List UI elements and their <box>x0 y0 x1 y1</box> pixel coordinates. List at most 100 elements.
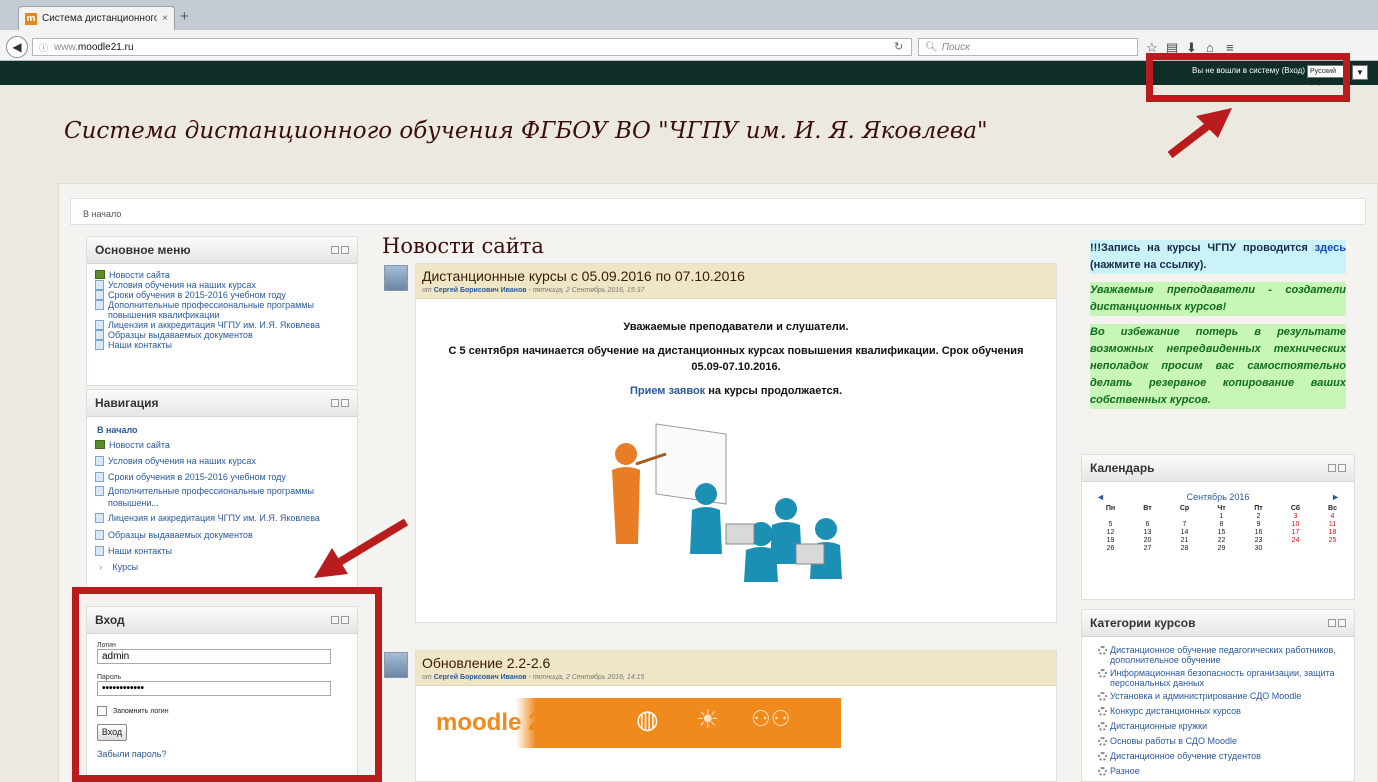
news-icon <box>95 440 105 449</box>
post-byline: от Сергей Борисович Иванов - пятница, 2 … <box>422 674 645 681</box>
calendar-week: 19 20 21 22 23 24 25 <box>1106 536 1337 544</box>
lightbulb-icon: ☀ <box>696 704 720 734</box>
categories-title: Категории курсов <box>1090 616 1196 630</box>
language-dropdown-icon[interactable]: ▼ <box>1352 65 1368 80</box>
calendar-prev-button[interactable]: ◄ <box>1096 492 1105 502</box>
nav-item-schedule[interactable]: Сроки обучения в 2015-2016 учебном году <box>95 469 357 485</box>
nav-item-programs[interactable]: Дополнительные профессиональные программ… <box>95 485 345 509</box>
nav-item-contacts[interactable]: Наши контакты <box>95 543 357 559</box>
laptop-icon <box>795 543 825 565</box>
site-title: Система дистанционного обучения ФГБОУ ВО… <box>64 118 988 144</box>
annotation-box-login-status <box>1146 53 1350 102</box>
block-controls[interactable] <box>1328 464 1346 472</box>
category-item[interactable]: Дистанционное обучение студентов <box>1098 751 1354 761</box>
author-avatar[interactable] <box>384 265 408 291</box>
news-post: Дистанционные курсы с 05.09.2016 по 07.1… <box>415 263 1057 623</box>
search-icon: 🔍︎ <box>925 41 938 53</box>
reload-icon[interactable]: ↻ <box>894 40 903 53</box>
gear-icon <box>1098 707 1107 716</box>
main-menu-block: Основное меню Новости сайта Условия обуч… <box>86 236 358 386</box>
post-title: Дистанционные курсы с 05.09.2016 по 07.1… <box>422 268 745 284</box>
menu-item-conditions[interactable]: Условия обучения на наших курсах <box>95 280 357 290</box>
document-icon <box>95 320 104 330</box>
menu-item-contacts[interactable]: Наши контакты <box>95 340 357 350</box>
gear-icon <box>1098 737 1107 746</box>
applications-link[interactable]: Прием заявок <box>630 385 705 397</box>
teacher-head <box>615 443 637 465</box>
category-item[interactable]: Информационная безопасность организации,… <box>1098 668 1354 688</box>
category-item[interactable]: Конкурс дистанционных курсов <box>1098 706 1354 716</box>
search-input[interactable]: 🔍︎ Поиск <box>918 38 1138 56</box>
gear-icon <box>1098 722 1107 731</box>
nav-item-news[interactable]: Новости сайта <box>95 437 357 453</box>
news-icon <box>95 270 105 279</box>
menu-item-schedule[interactable]: Сроки обучения в 2015-2016 учебном году <box>95 290 357 300</box>
search-placeholder: Поиск <box>941 41 970 53</box>
nav-item-conditions[interactable]: Условия обучения на наших курсах <box>95 453 357 469</box>
moodle-banner: moodle 2.6 ◍ ☀ ⚇⚇ <box>426 698 841 748</box>
post-author-link[interactable]: Сергей Борисович Иванов <box>434 287 527 294</box>
browser-tab[interactable]: m Система дистанционного... × <box>18 6 175 30</box>
gear-icon <box>1098 646 1107 655</box>
back-arrow-icon: ◀ <box>12 40 22 54</box>
new-tab-button[interactable]: + <box>180 8 189 25</box>
enroll-here-link[interactable]: здесь <box>1315 242 1346 254</box>
menu-item-samples[interactable]: Образцы выдаваемых документов <box>95 330 357 340</box>
news-post: Обновление 2.2-2.6 от Сергей Борисович И… <box>415 650 1057 782</box>
student-body <box>744 547 778 582</box>
menu-item-programs[interactable]: Дополнительные профессиональные программ… <box>95 300 357 320</box>
post-line-1: Уважаемые преподаватели и слушатели. <box>623 321 849 333</box>
post-line-2: С 5 сентября начинается обучение на дист… <box>448 345 1024 373</box>
category-item[interactable]: Установка и администрирование СДО Moodle <box>1098 691 1354 701</box>
calendar-weekdays: Пн Вт Ср Чт Пт Сб Вс <box>1105 504 1337 512</box>
notice-panel: !!!Запись на курсы ЧГПУ проводится здесь… <box>1090 240 1346 409</box>
menu-item-license[interactable]: Лицензия и аккредитация ЧГПУ им. И.Я. Як… <box>95 320 357 330</box>
back-button[interactable]: ◀ <box>6 36 28 58</box>
nav-home[interactable]: В начало <box>87 417 357 435</box>
teacher-body <box>612 467 640 544</box>
tab-close-icon[interactable]: × <box>162 13 168 24</box>
post-byline: от Сергей Борисович Иванов - пятница, 2 … <box>422 287 645 294</box>
post-author-link[interactable]: Сергей Борисович Иванов <box>434 674 527 681</box>
categories-list: Дистанционное обучение педагогических ра… <box>1082 637 1354 776</box>
info-icon: ⓘ <box>39 42 49 53</box>
course-categories-block: Категории курсов Дистанционное обучение … <box>1081 609 1355 782</box>
document-icon <box>95 486 104 496</box>
annotation-arrow-shaft <box>1167 118 1216 159</box>
calendar-week: 26 27 28 29 30 <box>1106 544 1263 552</box>
url-text: www.moodle21.ru <box>54 41 134 53</box>
category-item[interactable]: Основы работы в СДО Moodle <box>1098 736 1354 746</box>
calendar-week: 12 13 14 15 16 17 18 <box>1106 528 1337 536</box>
document-icon <box>95 340 104 350</box>
laptop-icon <box>725 523 755 545</box>
gear-icon <box>1098 692 1107 701</box>
nav-item-courses[interactable]: › Курсы <box>95 559 357 575</box>
document-icon <box>95 300 104 310</box>
block-controls[interactable] <box>331 399 349 407</box>
author-avatar[interactable] <box>384 652 408 678</box>
breadcrumb: В начало <box>70 198 1366 225</box>
block-controls[interactable] <box>1328 619 1346 627</box>
calendar-month[interactable]: Сентябрь 2016 <box>1187 492 1250 502</box>
category-item[interactable]: Дистанционное обучение педагогических ра… <box>1098 645 1354 665</box>
menu-item-news[interactable]: Новости сайта <box>95 270 357 280</box>
document-icon <box>95 290 104 300</box>
block-controls[interactable] <box>331 246 349 254</box>
document-icon <box>95 546 104 556</box>
navigation-title: Навигация <box>95 396 159 410</box>
document-icon <box>95 280 104 290</box>
annotation-box-login-block <box>72 587 382 782</box>
address-bar[interactable]: ⓘ www.moodle21.ru <box>32 38 912 56</box>
calendar-week: 5 6 7 8 9 10 11 <box>1108 520 1337 528</box>
calendar-title: Календарь <box>1090 461 1155 475</box>
moodle-favicon-icon: m <box>25 12 37 25</box>
nav-item-license[interactable]: Лицензия и аккредитация ЧГПУ им. И.Я. Як… <box>95 509 357 527</box>
annotation-arrow-head <box>1196 108 1232 138</box>
notice-enroll: !!!Запись на курсы ЧГПУ проводится здесь… <box>1090 240 1346 274</box>
category-item[interactable]: Разное <box>1098 766 1354 776</box>
nav-item-samples[interactable]: Образцы выдаваемых документов <box>95 527 357 543</box>
breadcrumb-home[interactable]: В начало <box>83 209 121 219</box>
category-item[interactable]: Дистанционные кружки <box>1098 721 1354 731</box>
browser-tab-bar <box>0 0 1378 30</box>
calendar-next-button[interactable]: ► <box>1331 492 1340 502</box>
